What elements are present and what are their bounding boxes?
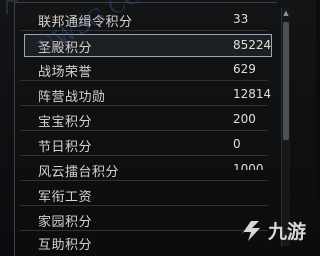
stat-value: 0 (233, 137, 241, 151)
stat-label: 战场荣誉 (38, 65, 93, 80)
stat-value: 1000 (233, 162, 264, 170)
scrollbar[interactable]: ▲ (281, 8, 290, 246)
stat-value: 33 (233, 12, 249, 26)
stat-value: 629 (233, 62, 256, 76)
stat-value: 200 (233, 112, 256, 126)
stats-window: 联邦通缉令积分 33 圣殿积分 85224 战场荣誉 629 阵营战功勋 128… (0, 0, 316, 256)
stat-row-rank-salary[interactable]: 军衔工资 (20, 184, 268, 206)
jiuyou-logo-icon (242, 221, 260, 241)
stat-value: 12814 (233, 87, 272, 101)
stat-label: 阵营战功勋 (38, 90, 106, 105)
stat-label: 风云擂台积分 (38, 165, 120, 180)
stat-row-festival-points[interactable]: 节日积分 0 (20, 134, 268, 156)
stat-label: 家园积分 (38, 215, 93, 230)
scroll-thumb[interactable] (283, 22, 289, 140)
stat-label: 节日积分 (38, 140, 93, 155)
stat-value: 85224 (233, 38, 272, 52)
brand-badge: 九游 (238, 216, 306, 244)
stat-row-battlefield-honor[interactable]: 战场荣誉 629 (20, 59, 268, 81)
brand-name: 九游 (268, 220, 307, 243)
stat-row-pet-points[interactable]: 宝宝积分 200 (20, 109, 268, 131)
stat-label: 互助积分 (38, 238, 93, 253)
stat-label: 联邦通缉令积分 (38, 15, 133, 30)
stat-label: 宝宝积分 (38, 115, 93, 130)
stat-row-home-points[interactable]: 家园积分 (20, 209, 268, 231)
scroll-up-icon[interactable]: ▲ (282, 8, 290, 18)
stat-row-bounty-points[interactable]: 联邦通缉令积分 33 (20, 9, 268, 31)
stat-row-arena-points[interactable]: 风云擂台积分 1000 (20, 159, 268, 181)
stat-row-temple-points[interactable]: 圣殿积分 85224 (24, 34, 272, 57)
stat-row-mutual-aid-points[interactable]: 互助积分 (20, 232, 268, 253)
stat-row-faction-merit[interactable]: 阵营战功勋 12814 (20, 84, 272, 106)
stat-label: 军衔工资 (38, 190, 93, 205)
stat-label: 圣殿积分 (38, 41, 93, 56)
